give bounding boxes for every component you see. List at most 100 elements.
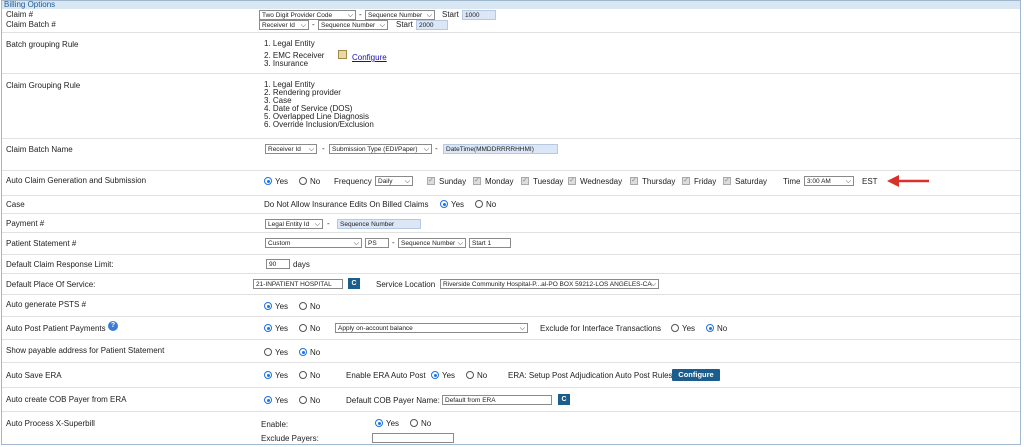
sunday-checkbox[interactable]: ✓ (427, 177, 435, 185)
claim-number-start-input[interactable]: 1000 (462, 10, 496, 20)
batch-name-part2-value: Submission Type (EDI/Paper) (332, 146, 418, 153)
payable-yes-radio[interactable] (264, 348, 272, 356)
chevron-down-icon: ⌵ (457, 240, 463, 247)
cob-yes-radio[interactable] (264, 396, 272, 404)
dash-separator: - (359, 10, 362, 19)
frequency-select[interactable]: Daily ⌵ (375, 176, 413, 186)
claim-batch-start-input[interactable]: 2000 (416, 20, 448, 30)
claim-grouping-list: 1. Legal Entity 2. Rendering provider 3.… (264, 81, 374, 129)
exclude-yes-radio[interactable] (671, 324, 679, 332)
auto-save-era-no-radio[interactable] (299, 371, 307, 379)
yes-label: Yes (682, 324, 696, 333)
row-x-superbill: Auto Process X-Superbill Enable: Yes No … (2, 412, 1020, 444)
x-superbill-no-radio[interactable] (410, 419, 418, 427)
configure-icon[interactable] (338, 50, 347, 59)
batch-name-part3-input[interactable]: DateTime(MMDDRRRRHHMI) (443, 144, 558, 154)
auto-claim-yes-radio[interactable] (264, 177, 272, 185)
no-label: No (421, 419, 432, 428)
tuesday-checkbox[interactable]: ✓ (521, 177, 529, 185)
no-label: No (717, 324, 728, 333)
patient-statement-seq-select[interactable]: Sequence Number ⌵ (398, 238, 466, 248)
chevron-down-icon: ⌵ (314, 221, 320, 228)
batch-name-part2-select[interactable]: Submission Type (EDI/Paper) ⌵ (329, 144, 432, 154)
row-place-of-service: Default Place Of Service: 21-INPATIENT H… (2, 274, 1020, 295)
cob-payer-label: Auto create COB Payer from ERA (6, 395, 127, 404)
monday-checkbox[interactable]: ✓ (473, 177, 481, 185)
chevron-down-icon: ⌵ (353, 240, 359, 247)
psts-no-radio[interactable] (299, 302, 307, 310)
no-label: No (310, 324, 321, 333)
auto-claim-no-radio[interactable] (299, 177, 307, 185)
claim-number-seq-select[interactable]: Sequence Number ⌵ (365, 10, 435, 20)
claim-number-format-select[interactable]: Two Digit Provider Code ⌵ (259, 10, 356, 20)
row-auto-save-era: Auto Save ERA Yes No Enable ERA Auto Pos… (2, 363, 1020, 388)
batch-grouping-list: 1. Legal Entity 2. EMC Receiver 3. Insur… (264, 40, 324, 68)
saturday-checkbox[interactable]: ✓ (723, 177, 731, 185)
cob-payer-name-input[interactable]: Default from ERA (442, 395, 552, 405)
case-yes-radio[interactable] (440, 200, 448, 208)
psts-yes-radio[interactable] (264, 302, 272, 310)
no-label: No (310, 348, 321, 357)
batch-name-part1-select[interactable]: Receiver Id ⌵ (265, 144, 317, 154)
friday-checkbox[interactable]: ✓ (682, 177, 690, 185)
claim-batch-format-value: Receiver Id (262, 22, 295, 29)
cob-payer-c-button[interactable]: C (558, 394, 570, 405)
claim-batch-name-label: Claim Batch Name (6, 145, 73, 154)
patient-statement-prefix-input[interactable]: PS (365, 238, 389, 248)
auto-post-option-select[interactable]: Apply on-account balance ⌵ (335, 323, 528, 333)
yes-label: Yes (275, 396, 289, 405)
wednesday-checkbox[interactable]: ✓ (568, 177, 576, 185)
configure-link[interactable]: Configure (352, 53, 387, 62)
chevron-down-icon: ⌵ (426, 12, 432, 19)
enable-era-no-radio[interactable] (466, 371, 474, 379)
yes-label: Yes (386, 419, 400, 428)
payment-format-select[interactable]: Legal Entity Id ⌵ (265, 219, 323, 229)
help-icon[interactable]: ? (108, 321, 118, 331)
dash-separator: - (435, 144, 438, 153)
row-auto-post-payments: Auto Post Patient Payments ? Yes No Appl… (2, 317, 1020, 340)
claim-batch-seq-select[interactable]: Sequence Number ⌵ (318, 20, 388, 30)
row-payment-number: Payment # Legal Entity Id ⌵ - Sequence Nu… (2, 214, 1020, 233)
claim-batch-seq-value: Sequence Number (321, 22, 376, 29)
auto-post-no-radio[interactable] (299, 324, 307, 332)
claim-grouping-label: Claim Grouping Rule (6, 81, 81, 90)
service-location-select[interactable]: Riverside Community Hospital-P...al-PO B… (440, 279, 659, 289)
cob-no-radio[interactable] (299, 396, 307, 404)
x-superbill-yes-radio[interactable] (375, 419, 383, 427)
claim-response-input[interactable]: 90 (266, 259, 290, 269)
case-label: Case (6, 200, 25, 209)
no-label: No (310, 302, 321, 311)
no-label: No (486, 200, 497, 209)
enable-era-auto-post-label: Enable ERA Auto Post (346, 371, 426, 380)
exclude-payers-input[interactable] (372, 433, 454, 443)
enable-era-yes-radio[interactable] (431, 371, 439, 379)
yes-label: Yes (451, 200, 465, 209)
exclude-no-radio[interactable] (706, 324, 714, 332)
place-of-service-label: Default Place Of Service: (6, 280, 96, 289)
batch-name-part1-value: Receiver Id (268, 146, 301, 153)
place-of-service-c-button[interactable]: C (348, 278, 360, 289)
patient-statement-format-select[interactable]: Custom ⌵ (265, 238, 362, 248)
list-item: 1. Legal Entity (264, 39, 315, 48)
time-select[interactable]: 3:00 AM ⌵ (804, 176, 854, 186)
claim-response-label: Default Claim Response Limit: (6, 260, 114, 269)
no-label: No (477, 371, 488, 380)
start-label: Start (396, 20, 413, 29)
start-label: Start (442, 10, 459, 19)
claim-batch-format-select[interactable]: Receiver Id ⌵ (259, 20, 309, 30)
era-configure-button[interactable]: Configure (672, 369, 720, 381)
auto-save-era-yes-radio[interactable] (264, 371, 272, 379)
payment-seq-input[interactable]: Sequence Number (337, 219, 421, 229)
row-auto-claim-generation: Auto Claim Generation and Submission Yes… (2, 171, 1020, 196)
no-label: No (310, 371, 321, 380)
frequency-label: Frequency (334, 177, 372, 186)
thursday-checkbox[interactable]: ✓ (630, 177, 638, 185)
payable-no-radio[interactable] (299, 348, 307, 356)
place-of-service-input[interactable]: 21-INPATIENT HOSPITAL (253, 279, 343, 289)
case-text: Do Not Allow Insurance Edits On Billed C… (264, 200, 429, 209)
auto-post-yes-radio[interactable] (264, 324, 272, 332)
patient-statement-start-input[interactable]: Start 1 (469, 238, 511, 248)
arrow-left-icon (887, 175, 929, 187)
case-no-radio[interactable] (475, 200, 483, 208)
time-value: 3:00 AM (807, 178, 831, 185)
